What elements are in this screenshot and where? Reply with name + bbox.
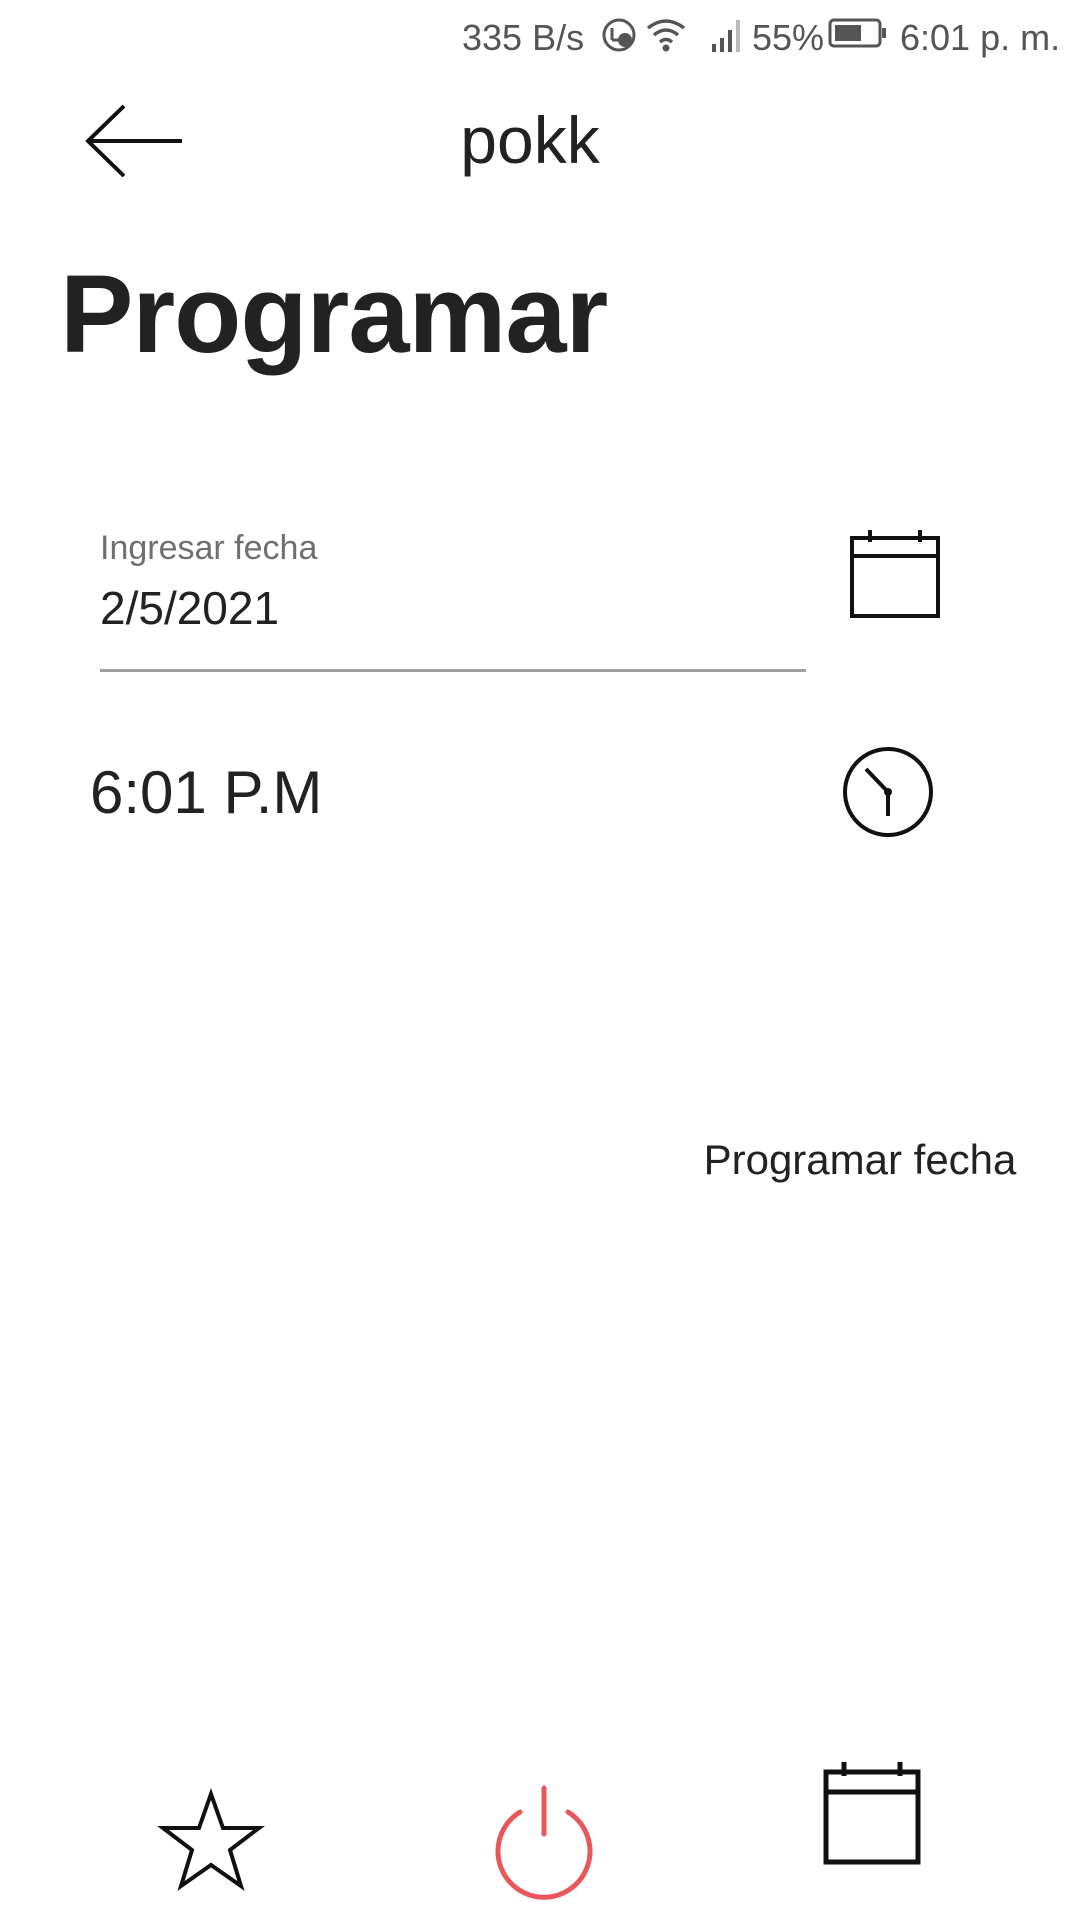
nav-schedule[interactable] <box>820 1760 930 1870</box>
arrow-left-icon <box>85 104 182 178</box>
back-button[interactable] <box>80 96 190 186</box>
battery-percent: 55% <box>752 17 825 58</box>
page-title: Programar <box>60 253 608 376</box>
app-title: pokk <box>460 103 600 177</box>
status-bar: 335 B/s 55% 6:01 p. m. <box>0 0 1080 76</box>
date-underline <box>100 669 806 672</box>
clock-icon <box>843 747 933 837</box>
date-field-label: Ingresar fecha <box>100 529 318 567</box>
status-time: 6:01 p. m. <box>900 17 1061 58</box>
date-field[interactable]: Ingresar fecha 2/5/2021 <box>100 520 806 672</box>
time-picker-button[interactable] <box>840 744 936 840</box>
date-input[interactable]: 2/5/2021 <box>100 578 780 638</box>
nav-power[interactable] <box>484 1782 604 1902</box>
calendar-icon <box>823 1762 921 1865</box>
battery-icon <box>828 18 886 48</box>
network-speed: 335 B/s <box>462 17 585 58</box>
star-icon <box>157 1787 265 1891</box>
calendar-picker-button[interactable] <box>848 528 942 620</box>
data-saver-icon <box>602 18 636 52</box>
schedule-date-button[interactable]: Programar fecha <box>680 1120 1040 1200</box>
power-icon <box>495 1785 593 1900</box>
wifi-icon <box>646 19 686 52</box>
nav-favorites[interactable] <box>156 1786 266 1896</box>
calendar-icon <box>850 530 940 618</box>
signal-icon <box>712 20 740 52</box>
time-value[interactable]: 6:01 P.M <box>90 758 322 828</box>
